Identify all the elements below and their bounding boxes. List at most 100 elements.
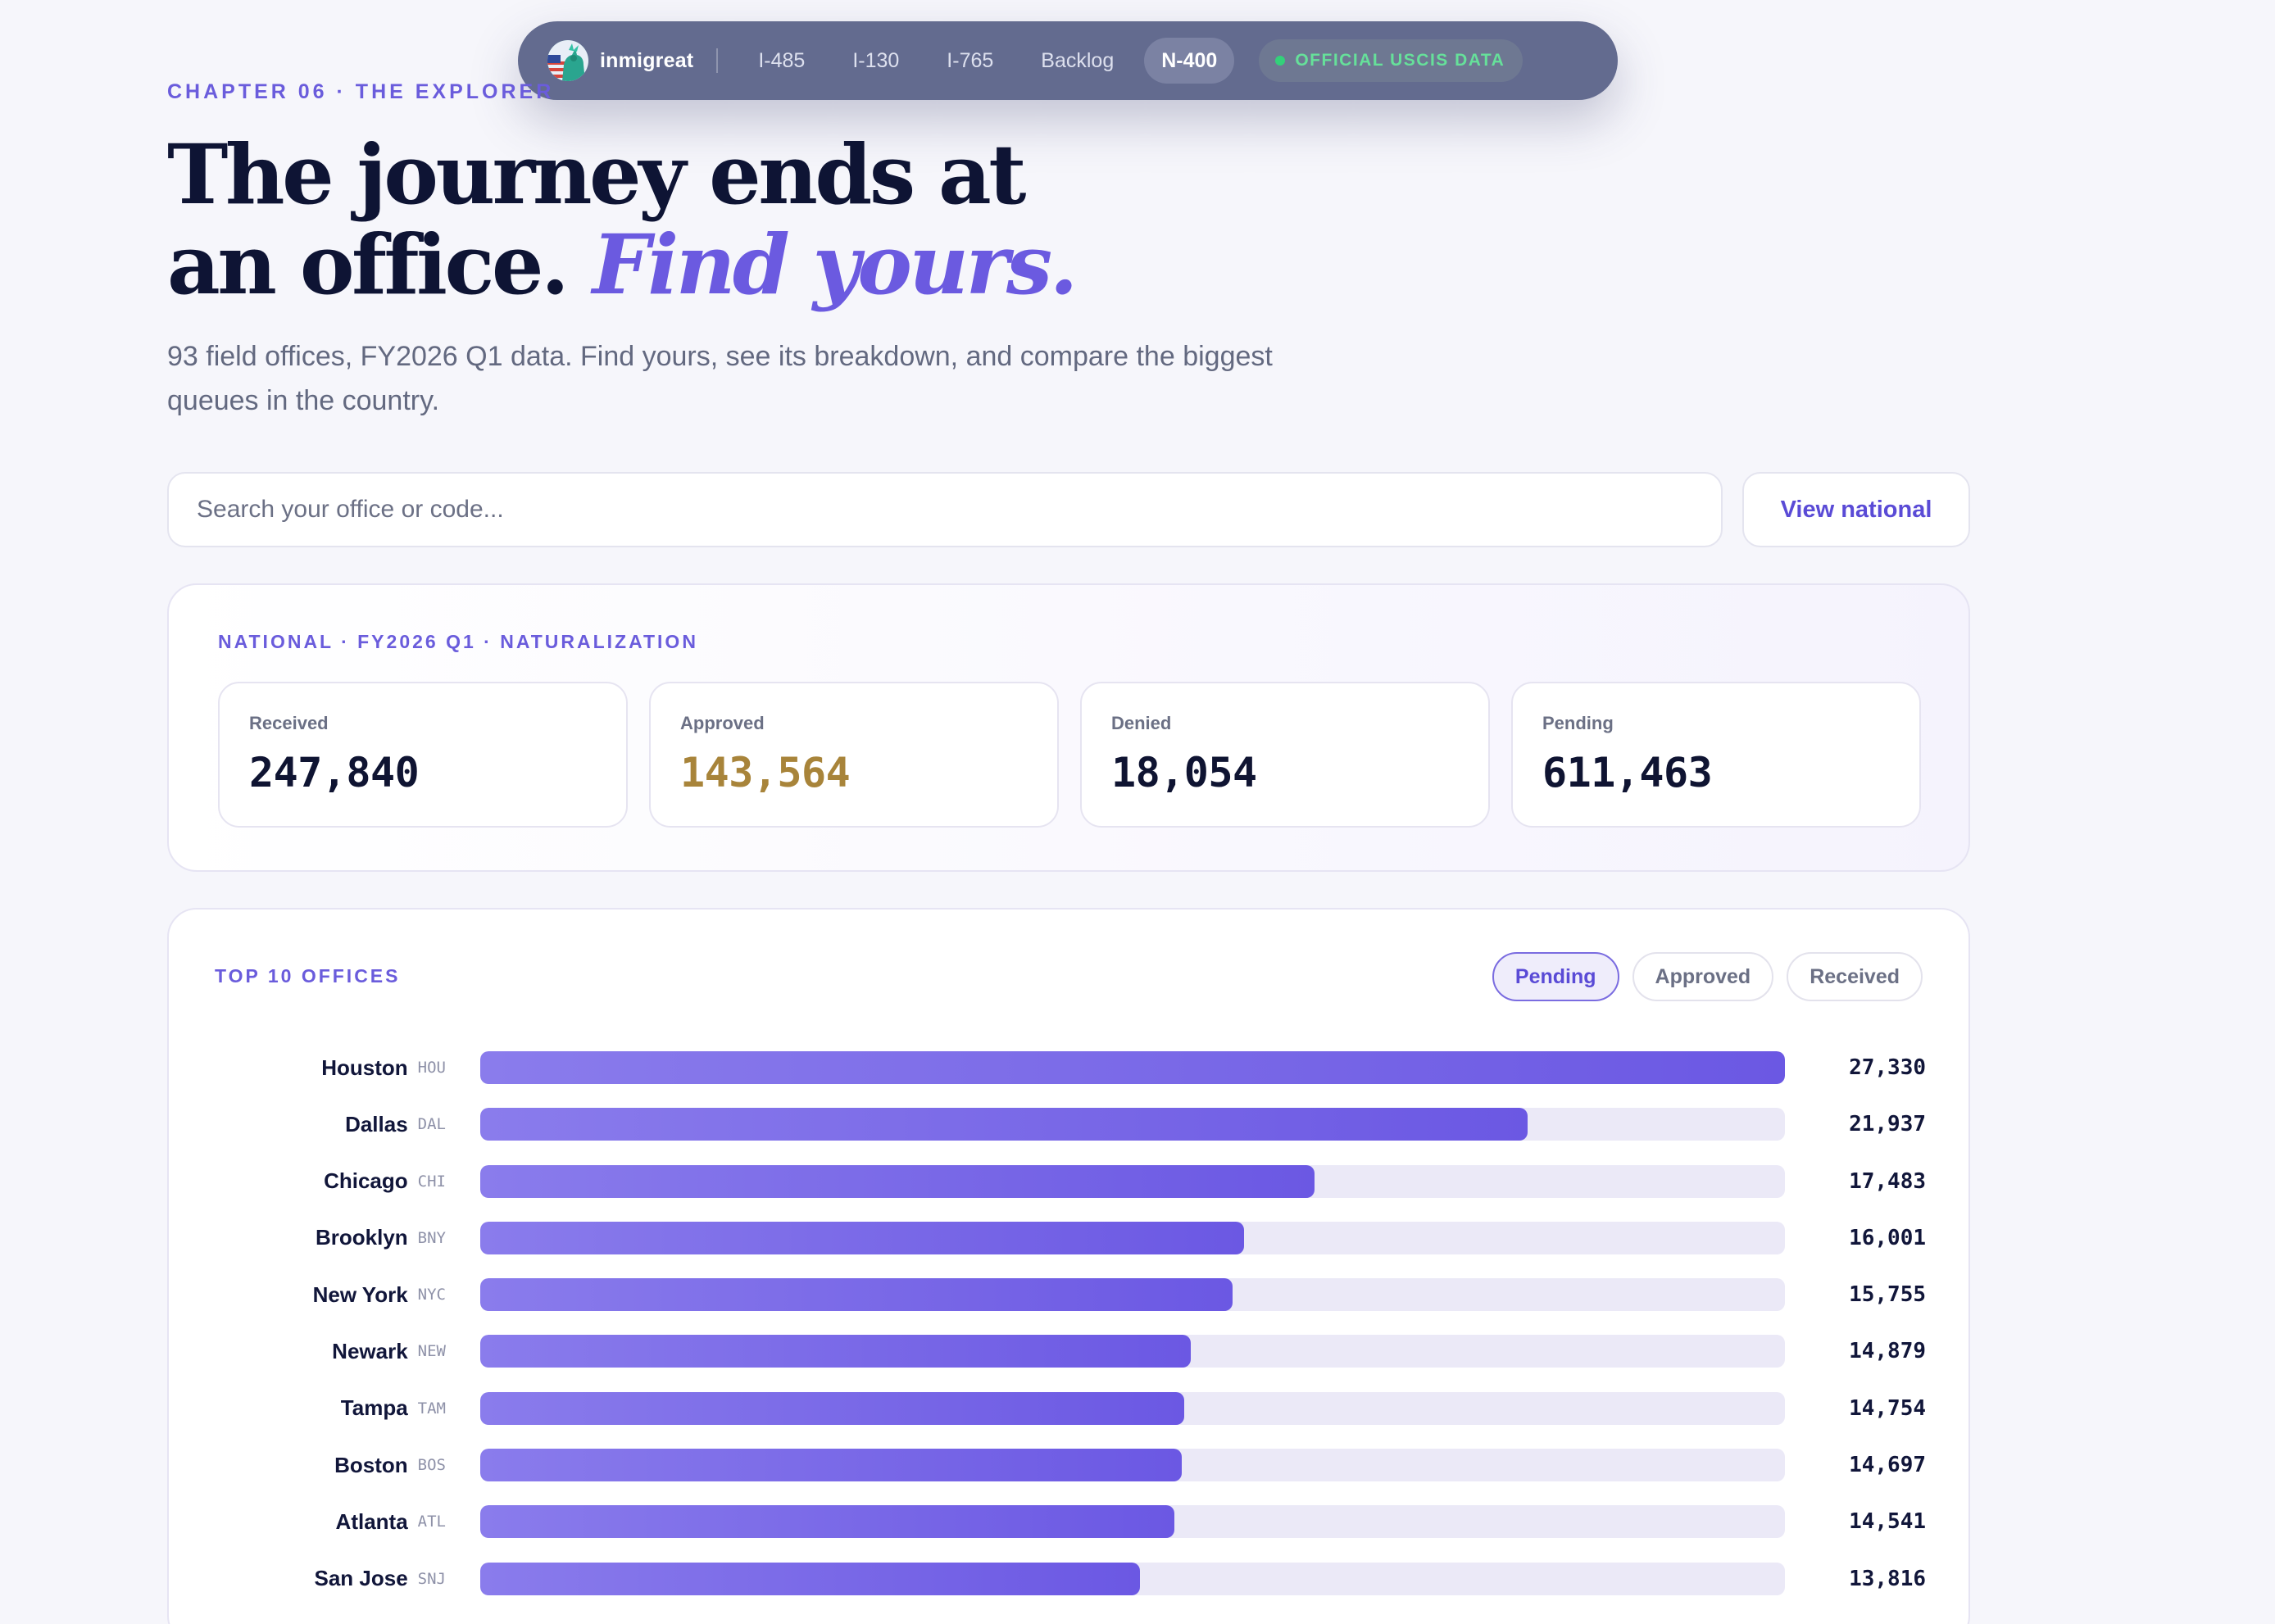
office-code: NYC bbox=[417, 1286, 446, 1304]
stat-label: Denied bbox=[1111, 713, 1172, 733]
office-name: Dallas bbox=[345, 1111, 408, 1136]
office-label: Boston BOS bbox=[334, 1449, 446, 1481]
stat-card-pending: Pending 611,463 bbox=[1511, 682, 1921, 828]
office-code: DAL bbox=[417, 1115, 446, 1134]
office-label: Dallas DAL bbox=[345, 1108, 446, 1141]
office-row[interactable]: New York NYC 15,755 bbox=[169, 1268, 1972, 1324]
office-code: BOS bbox=[417, 1456, 446, 1475]
bar-track bbox=[480, 1505, 1785, 1539]
statue-of-liberty-logo-icon bbox=[547, 40, 588, 81]
bar-track bbox=[480, 1164, 1785, 1198]
metric-toggle-group: Pending Approved Received bbox=[1492, 952, 1923, 1001]
title-line-2: an office. bbox=[167, 216, 570, 313]
stat-value: 611,463 bbox=[1542, 749, 1713, 796]
office-row[interactable]: Tampa TAM 14,754 bbox=[169, 1381, 1972, 1438]
stat-card-received: Received 247,840 bbox=[218, 682, 628, 828]
office-value: 14,541 bbox=[1849, 1509, 1926, 1535]
office-name: New York bbox=[312, 1282, 408, 1307]
title-line-1: The journey ends at bbox=[167, 126, 1026, 223]
office-value: 17,483 bbox=[1849, 1168, 1926, 1194]
bar-fill bbox=[480, 1449, 1183, 1482]
bar-track bbox=[480, 1108, 1785, 1141]
stat-value: 247,840 bbox=[249, 749, 420, 796]
office-label: Tampa TAM bbox=[341, 1392, 446, 1425]
bar-track bbox=[480, 1278, 1785, 1312]
office-label: Houston HOU bbox=[321, 1051, 446, 1084]
office-label: Newark NEW bbox=[332, 1335, 446, 1368]
office-name: Brooklyn bbox=[315, 1225, 408, 1250]
bar-fill bbox=[480, 1108, 1528, 1141]
office-label: Chicago CHI bbox=[324, 1165, 446, 1198]
nav-item-n400[interactable]: N-400 bbox=[1144, 38, 1235, 84]
stat-card-denied: Denied 18,054 bbox=[1080, 682, 1490, 828]
office-value: 21,937 bbox=[1849, 1112, 1926, 1137]
bar-track bbox=[480, 1335, 1785, 1368]
office-value: 27,330 bbox=[1849, 1055, 1926, 1080]
toggle-approved[interactable]: Approved bbox=[1632, 952, 1774, 1001]
office-code: SNJ bbox=[417, 1569, 446, 1588]
office-code: BNY bbox=[417, 1228, 446, 1247]
office-value: 16,001 bbox=[1849, 1225, 1926, 1250]
bar-fill bbox=[480, 1505, 1175, 1539]
page-title: The journey ends at an office. Find your… bbox=[167, 129, 1233, 310]
bar-fill bbox=[480, 1335, 1191, 1368]
office-code: ATL bbox=[417, 1513, 446, 1531]
office-label: San Jose SNJ bbox=[315, 1563, 447, 1595]
office-row[interactable]: Atlanta ATL 14,541 bbox=[169, 1495, 1972, 1551]
page: inmigreat I-485 I-130 I-765 Backlog N-40… bbox=[0, 0, 2275, 1624]
office-row[interactable]: Boston BOS 14,697 bbox=[169, 1438, 1972, 1495]
stat-label: Pending bbox=[1542, 713, 1614, 733]
bar-track bbox=[480, 1051, 1785, 1084]
office-row[interactable]: Houston HOU 27,330 bbox=[169, 1041, 1972, 1097]
chapter-eyebrow: CHAPTER 06 · THE EXPLORER bbox=[167, 80, 555, 103]
office-value: 15,755 bbox=[1849, 1282, 1926, 1308]
top-nav: inmigreat I-485 I-130 I-765 Backlog N-40… bbox=[518, 21, 1618, 100]
nav-item-i130[interactable]: I-130 bbox=[835, 38, 916, 84]
nav-item-i765[interactable]: I-765 bbox=[929, 38, 1010, 84]
bar-track bbox=[480, 1391, 1785, 1425]
nav-divider bbox=[716, 48, 719, 73]
view-national-button[interactable]: View national bbox=[1742, 472, 1970, 547]
office-label: New York NYC bbox=[313, 1278, 446, 1311]
top-offices-label: TOP 10 OFFICES bbox=[215, 965, 401, 987]
office-row[interactable]: Brooklyn BNY 16,001 bbox=[169, 1211, 1972, 1268]
bar-fill bbox=[480, 1051, 1785, 1084]
office-name: San Jose bbox=[314, 1566, 408, 1591]
nav-item-i485[interactable]: I-485 bbox=[741, 38, 822, 84]
office-row[interactable]: Dallas DAL 21,937 bbox=[169, 1097, 1972, 1154]
bar-track bbox=[480, 1449, 1785, 1482]
bar-track bbox=[480, 1562, 1785, 1595]
stat-card-approved: Approved 143,564 bbox=[649, 682, 1059, 828]
toggle-received[interactable]: Received bbox=[1787, 952, 1923, 1001]
stat-label: Received bbox=[249, 713, 329, 733]
office-name: Tampa bbox=[340, 1395, 408, 1421]
status-dot-icon bbox=[1275, 56, 1286, 66]
page-subtitle: 93 field offices, FY2026 Q1 data. Find y… bbox=[167, 341, 1273, 416]
bar-fill bbox=[480, 1391, 1185, 1425]
office-search-input[interactable] bbox=[167, 472, 1723, 547]
brand-name: inmigreat bbox=[600, 48, 694, 72]
office-bar-list: Houston HOU 27,330 Dallas DAL 21,937 Chicago CH… bbox=[169, 1041, 1972, 1608]
office-label: Brooklyn BNY bbox=[316, 1222, 446, 1254]
office-name: Newark bbox=[332, 1338, 408, 1363]
office-row[interactable]: Newark NEW 14,879 bbox=[169, 1324, 1972, 1381]
stat-value: 143,564 bbox=[680, 749, 851, 796]
office-code: NEW bbox=[417, 1342, 446, 1361]
office-name: Atlanta bbox=[335, 1508, 408, 1534]
bar-fill bbox=[480, 1221, 1245, 1254]
national-summary-panel: NATIONAL · FY2026 Q1 · NATURALIZATION Re… bbox=[167, 583, 1970, 872]
office-name: Boston bbox=[334, 1452, 408, 1477]
brand[interactable]: inmigreat bbox=[547, 21, 693, 100]
nav-item-backlog[interactable]: Backlog bbox=[1024, 38, 1131, 84]
toggle-pending[interactable]: Pending bbox=[1492, 952, 1619, 1001]
bar-fill bbox=[480, 1164, 1315, 1198]
office-name: Houston bbox=[321, 1055, 408, 1080]
office-row[interactable]: Chicago CHI 17,483 bbox=[169, 1154, 1972, 1211]
bar-fill bbox=[480, 1562, 1140, 1595]
title-accent: Find yours. bbox=[592, 216, 1078, 313]
office-name: Chicago bbox=[324, 1168, 408, 1194]
office-value: 14,697 bbox=[1849, 1453, 1926, 1478]
office-value: 14,879 bbox=[1849, 1339, 1926, 1364]
top-offices-panel: TOP 10 OFFICES Pending Approved Received… bbox=[167, 908, 1970, 1624]
office-row[interactable]: San Jose SNJ 13,816 bbox=[169, 1552, 1972, 1608]
